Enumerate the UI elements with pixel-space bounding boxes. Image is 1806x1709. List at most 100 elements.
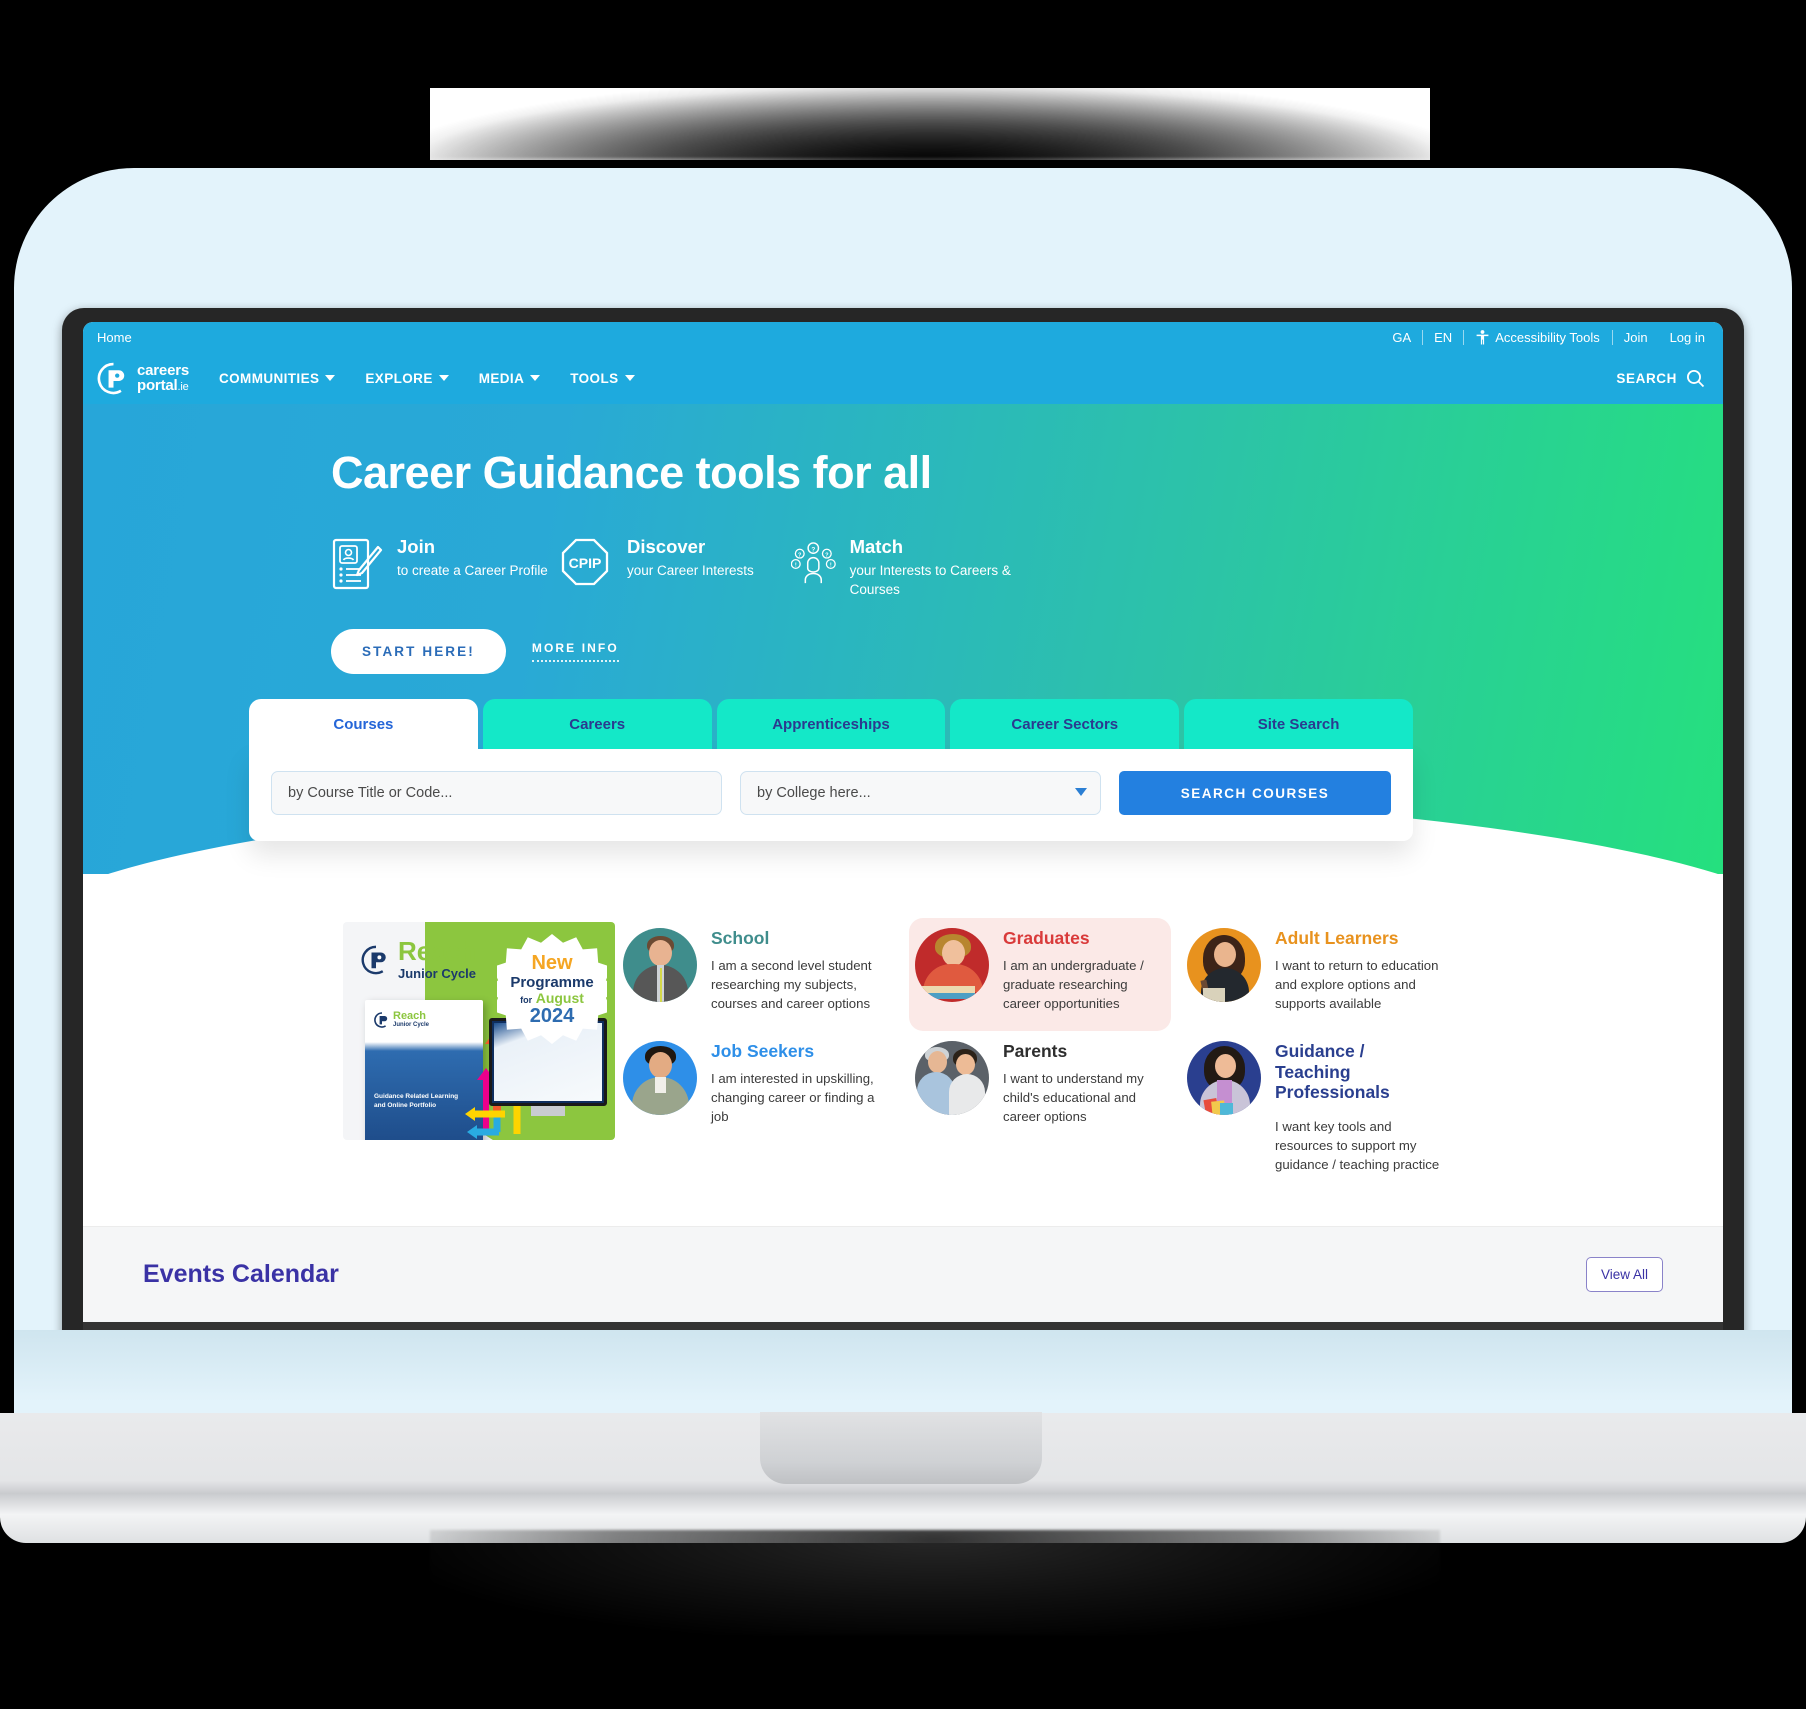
svg-text:?: ? — [811, 547, 815, 554]
events-calendar-section: Events Calendar View All — [83, 1226, 1723, 1323]
start-here-button[interactable]: START HERE! — [331, 628, 506, 674]
audience-card-desc: I want to return to education and explor… — [1275, 957, 1439, 1011]
reach-logo-icon — [361, 945, 386, 974]
lang-en-link[interactable]: EN — [1423, 330, 1463, 345]
feature-desc: your Interests to Careers & Courses — [849, 563, 1011, 597]
audience-card-desc: I want to understand my child's educatio… — [1003, 1070, 1144, 1124]
nav-item-media[interactable]: MEDIA — [479, 371, 541, 386]
nav-item-communities[interactable]: COMMUNITIES — [219, 370, 336, 386]
view-all-events-button[interactable]: View All — [1585, 1257, 1663, 1293]
badge-programme-text: Programme — [510, 973, 594, 991]
promo-brand: Reach — [398, 936, 477, 966]
audience-card-title: School — [711, 928, 770, 948]
promo-monitor-stand — [531, 1106, 565, 1116]
tab-site-search[interactable]: Site Search — [1184, 699, 1413, 749]
hero-feature-list: Join to create a Career Profile CPIP Dis… — [331, 536, 1723, 598]
badge-for-text: for — [520, 994, 533, 1005]
hero-feature-match[interactable]: ? ? ? ! ! Match your Interests to Career… — [791, 536, 1021, 598]
tab-careers[interactable]: Careers — [482, 699, 712, 749]
audience-card-desc: I am an undergraduate / graduate researc… — [1003, 957, 1144, 1011]
login-link[interactable]: Log in — [1659, 330, 1705, 345]
svg-text:!: ! — [830, 563, 832, 569]
svg-text:?: ? — [825, 553, 829, 559]
nav-links: COMMUNITIES EXPLORE MEDIA TOOLS — [219, 371, 635, 386]
clipboard-pencil-icon — [332, 539, 383, 590]
audience-card-guidance-professionals[interactable]: Guidance / Teaching Professionals I want… — [1181, 1031, 1453, 1192]
accessibility-tools-button[interactable]: Accessibility Tools — [1464, 330, 1612, 345]
search-label: SEARCH — [1616, 370, 1677, 386]
nav-item-label: COMMUNITIES — [219, 370, 320, 386]
college-select-wrapper: by College here... — [740, 771, 1101, 815]
chevron-down-icon — [325, 375, 336, 381]
badge-year-text: 2024 — [529, 1004, 575, 1027]
badge-month-text: August — [535, 989, 584, 1006]
audience-card-desc: I am interested in upskilling, changing … — [711, 1070, 875, 1124]
audience-card-title: Job Seekers — [711, 1041, 815, 1062]
audience-card-graduates[interactable]: Graduates I am an undergraduate / gradua… — [909, 918, 1171, 1032]
audience-card-title: Guidance / Teaching Professionals — [1275, 1041, 1390, 1103]
nav-item-label: MEDIA — [478, 370, 525, 386]
audience-card-title: Graduates — [1003, 928, 1090, 948]
feature-text: Join to create a Career Profile — [397, 536, 548, 580]
site-logo[interactable]: careers portal.ie — [97, 362, 189, 395]
avatar-school — [623, 928, 697, 1002]
audience-card-body: School I am a second level student resea… — [711, 928, 889, 1013]
college-select[interactable]: by College here... — [740, 771, 1101, 815]
chevron-down-icon — [530, 375, 541, 381]
promo-cell: Reach Junior Cycle Reach Junior Cycle Gu… — [343, 918, 615, 1140]
logo-line-1: careers — [137, 362, 189, 379]
chevron-down-icon — [438, 375, 449, 381]
course-title-input[interactable] — [271, 771, 722, 815]
feature-desc: to create a Career Profile — [397, 563, 548, 579]
accessibility-label: Accessibility Tools — [1495, 329, 1600, 345]
more-info-link[interactable]: MORE INFO — [531, 641, 619, 662]
person-questions-icon: ? ? ? ! ! — [791, 542, 836, 584]
hero-feature-join[interactable]: Join to create a Career Profile — [331, 536, 561, 598]
careersportal-logo-icon — [97, 362, 125, 394]
audience-card-body: Job Seekers I am interested in upskillin… — [711, 1041, 889, 1126]
laptop-base-notch — [760, 1412, 1042, 1484]
site-search-button[interactable]: SEARCH — [1616, 369, 1705, 388]
promo-logo: Reach Junior Cycle — [361, 938, 476, 981]
audience-card-job-seekers[interactable]: Job Seekers I am interested in upskillin… — [617, 1031, 899, 1144]
bottom-smudge — [430, 1530, 1440, 1635]
hero-content: Career Guidance tools for all Join to cr… — [83, 404, 1723, 674]
booklet-text: Guidance Related Learning and Online Por… — [374, 1093, 459, 1110]
promo-subtitle: Junior Cycle — [398, 966, 477, 981]
top-smudge — [430, 88, 1430, 158]
audience-card-title: Parents — [1003, 1041, 1068, 1062]
nav-item-label: TOOLS — [570, 370, 619, 386]
audience-card-school[interactable]: School I am a second level student resea… — [617, 918, 899, 1031]
tab-courses[interactable]: Courses — [249, 699, 478, 749]
audience-card-desc: I am a second level student researching … — [711, 957, 872, 1011]
reach-junior-cycle-promo[interactable]: Reach Junior Cycle Reach Junior Cycle Gu… — [343, 922, 615, 1140]
search-icon — [1686, 369, 1705, 387]
search-courses-button[interactable]: SEARCH COURSES — [1119, 771, 1391, 815]
join-link[interactable]: Join — [1613, 330, 1659, 345]
feature-text: Discover your Career Interests — [627, 536, 754, 580]
avatar-adult-learners — [1187, 928, 1261, 1002]
hero-feature-discover[interactable]: CPIP Discover your Career Interests — [561, 536, 791, 598]
feature-title: Join — [397, 536, 436, 558]
chevron-down-icon — [624, 375, 635, 381]
page-title: Career Guidance tools for all — [331, 447, 932, 498]
nav-item-explore[interactable]: EXPLORE — [365, 371, 449, 386]
course-search-panel: Courses Careers Apprenticeships Career S… — [249, 699, 1413, 841]
badge-month-line: for August — [520, 991, 584, 1005]
logo-wordmark: careers portal.ie — [137, 363, 189, 393]
promo-wordmark: Reach Junior Cycle — [398, 938, 476, 981]
avatar-parents — [915, 1041, 989, 1116]
breadcrumb-home[interactable]: Home — [97, 330, 143, 345]
search-tabs: Courses Careers Apprenticeships Career S… — [249, 699, 1413, 749]
tab-apprenticeships[interactable]: Apprenticeships — [716, 699, 946, 749]
audience-card-parents[interactable]: Parents I want to understand my child's … — [909, 1031, 1171, 1144]
device-stage: Home GA EN Accessibility Tools Join Log … — [0, 0, 1806, 1709]
svg-text:CPIP: CPIP — [569, 555, 602, 571]
lang-ga-link[interactable]: GA — [1381, 330, 1422, 345]
audience-grid: School I am a second level student resea… — [343, 918, 1463, 1192]
tab-career-sectors[interactable]: Career Sectors — [950, 699, 1180, 749]
utility-topbar: Home GA EN Accessibility Tools Join Log … — [83, 322, 1723, 352]
nav-item-tools[interactable]: TOOLS — [570, 370, 635, 386]
booklet-brand: Reach — [393, 1010, 427, 1022]
audience-card-adult-learners[interactable]: Adult Learners I want to return to educa… — [1181, 918, 1453, 1031]
